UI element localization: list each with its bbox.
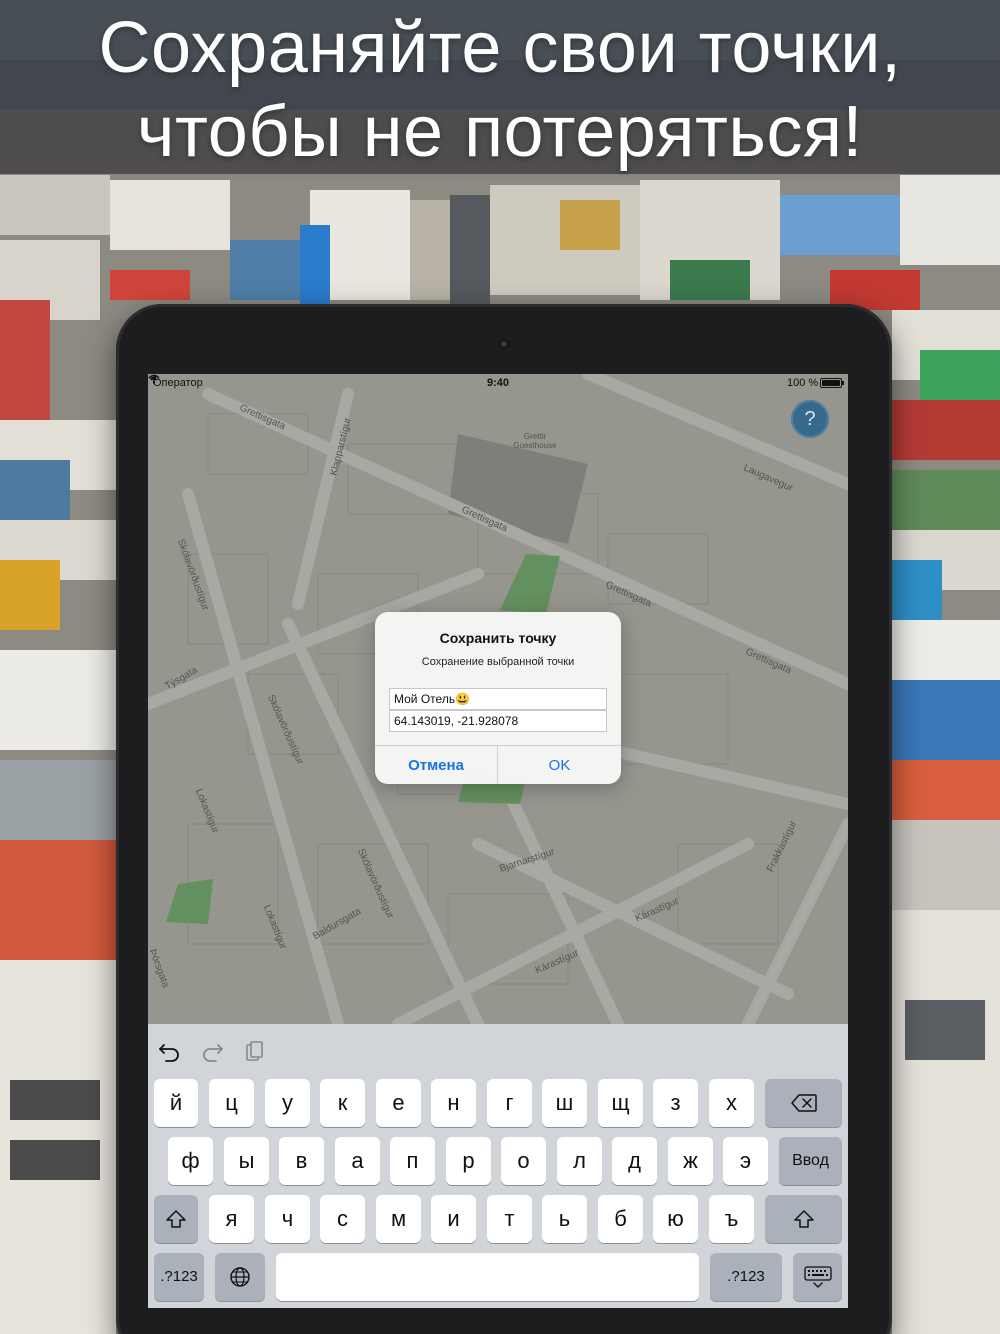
shift-icon <box>793 1210 814 1228</box>
key[interactable]: д <box>612 1137 657 1185</box>
headline-line-2: чтобы не потеряться! <box>137 92 863 172</box>
left-shift-key[interactable] <box>154 1195 198 1243</box>
key[interactable]: о <box>501 1137 546 1185</box>
front-camera <box>499 339 509 349</box>
space-key[interactable] <box>276 1253 699 1301</box>
key[interactable]: х <box>709 1079 754 1127</box>
key[interactable]: р <box>446 1137 491 1185</box>
key[interactable]: г <box>487 1079 532 1127</box>
hide-keyboard-key[interactable] <box>793 1253 842 1301</box>
key[interactable]: к <box>320 1079 365 1127</box>
key[interactable]: е <box>376 1079 421 1127</box>
numbers-key-left[interactable]: .?123 <box>154 1253 204 1301</box>
key[interactable]: ь <box>542 1195 587 1243</box>
key[interactable]: й <box>154 1079 198 1127</box>
clock: 9:40 <box>486 377 510 389</box>
key[interactable]: с <box>320 1195 365 1243</box>
shift-icon <box>166 1210 186 1228</box>
status-bar: Оператор 9:40 100 % <box>148 374 848 394</box>
key[interactable]: м <box>376 1195 421 1243</box>
redo-icon[interactable] <box>200 1040 224 1062</box>
key[interactable]: э <box>723 1137 768 1185</box>
save-point-dialog: Сохранить точку Сохранение выбранной точ… <box>375 612 621 784</box>
dialog-title: Сохранить точку <box>439 630 557 646</box>
headline-line-1: Сохраняйте свои точки, <box>98 8 902 88</box>
ok-button[interactable]: OK <box>498 746 621 784</box>
key[interactable]: ц <box>209 1079 254 1127</box>
key[interactable]: в <box>279 1137 324 1185</box>
key[interactable]: б <box>598 1195 643 1243</box>
key[interactable]: н <box>431 1079 476 1127</box>
key[interactable]: ш <box>542 1079 587 1127</box>
help-button[interactable]: ? <box>791 400 829 438</box>
backspace-icon <box>790 1094 817 1112</box>
right-shift-key[interactable] <box>765 1195 842 1243</box>
dialog-buttons: Отмена OK <box>375 745 621 784</box>
point-coordinates-field[interactable] <box>389 710 607 732</box>
globe-key[interactable] <box>215 1253 265 1301</box>
key[interactable]: л <box>557 1137 602 1185</box>
key[interactable]: у <box>265 1079 310 1127</box>
onscreen-keyboard: й ц у к е н г ш щ з х ф ы в а п р о л д … <box>148 1024 848 1308</box>
headline: Сохраняйте свои точки, чтобы не потерять… <box>0 6 1000 174</box>
cancel-button[interactable]: Отмена <box>375 746 498 784</box>
key[interactable]: щ <box>598 1079 643 1127</box>
key[interactable]: ч <box>265 1195 310 1243</box>
globe-icon <box>230 1267 250 1287</box>
keyboard-shortcut-bar <box>148 1024 848 1076</box>
battery-icon <box>820 378 844 388</box>
key[interactable]: т <box>487 1195 532 1243</box>
key[interactable]: ю <box>653 1195 698 1243</box>
key[interactable]: и <box>431 1195 476 1243</box>
backspace-key[interactable] <box>765 1079 842 1127</box>
return-key[interactable]: Ввод <box>779 1137 842 1185</box>
ipad-screen: Grettisgata Grettisgata Grettisgata Gret… <box>148 374 848 1308</box>
key[interactable]: я <box>209 1195 254 1243</box>
battery-percent: 100 % <box>787 377 819 389</box>
key[interactable]: ф <box>168 1137 213 1185</box>
ipad-device-frame: Grettisgata Grettisgata Grettisgata Gret… <box>116 304 892 1334</box>
map-view[interactable]: Grettisgata Grettisgata Grettisgata Gret… <box>148 374 848 1024</box>
key[interactable]: ж <box>668 1137 713 1185</box>
keyboard-dismiss-icon <box>803 1266 832 1288</box>
location-arrow-icon <box>149 375 157 383</box>
key[interactable]: а <box>335 1137 380 1185</box>
dialog-message: Сохранение выбранной точки <box>421 656 575 668</box>
paste-icon[interactable] <box>242 1040 266 1062</box>
numbers-key-right[interactable]: .?123 <box>710 1253 782 1301</box>
key[interactable]: ы <box>224 1137 269 1185</box>
point-name-field[interactable] <box>389 688 607 710</box>
key[interactable]: ъ <box>709 1195 754 1243</box>
undo-icon[interactable] <box>158 1040 182 1062</box>
key[interactable]: п <box>390 1137 435 1185</box>
key[interactable]: з <box>653 1079 698 1127</box>
